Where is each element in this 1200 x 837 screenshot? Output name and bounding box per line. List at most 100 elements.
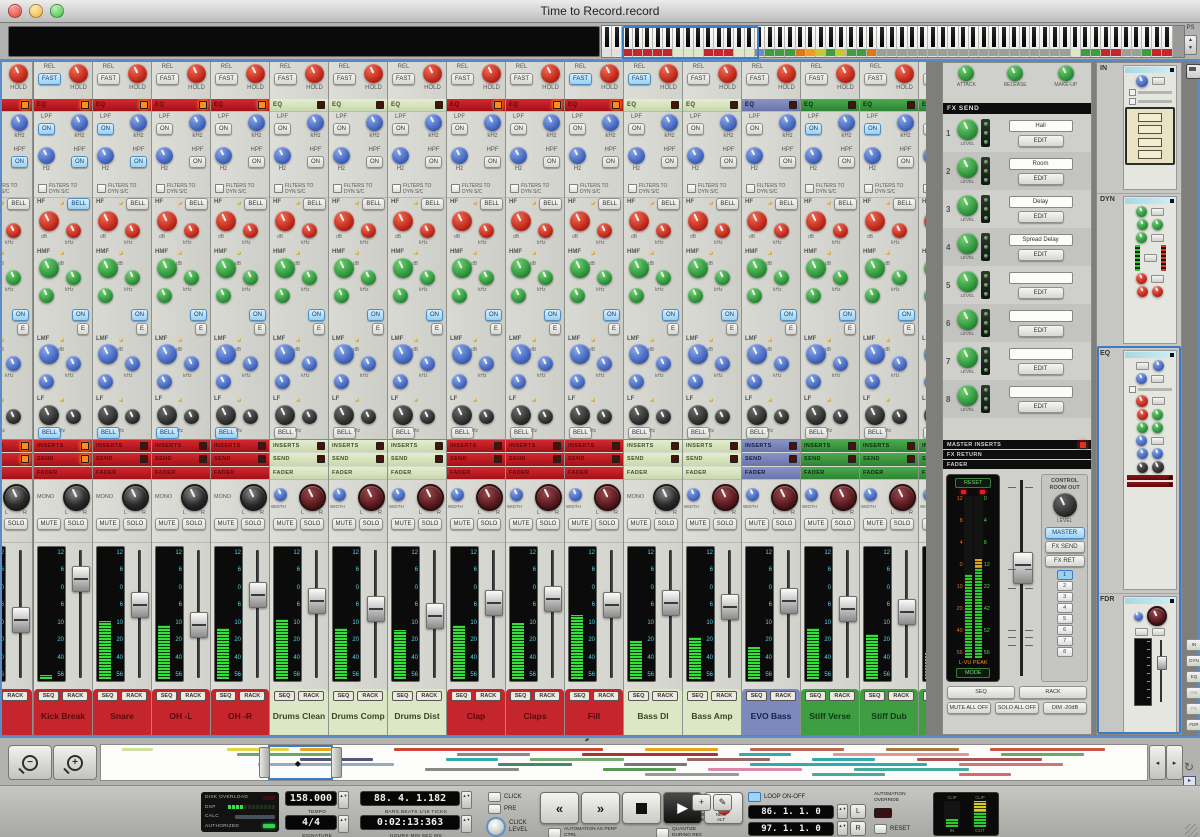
send-level-knob[interactable]: [957, 309, 978, 331]
send-name-field[interactable]: Spread Delay: [1008, 233, 1073, 246]
hpf-freq-knob[interactable]: [569, 147, 586, 164]
filters-to-dyn-checkbox[interactable]: [333, 184, 342, 193]
eq-knob[interactable]: [538, 223, 553, 238]
eq-knob[interactable]: [39, 344, 59, 365]
nav-button-dyn[interactable]: DYN: [1186, 655, 1200, 667]
lpf-freq-knob[interactable]: [425, 114, 442, 131]
eq-knob[interactable]: [334, 257, 354, 278]
inserts-bar-led[interactable]: [140, 442, 148, 451]
filters-to-dyn[interactable]: FILTERS TO DYN S/C: [510, 183, 560, 195]
fader-bar[interactable]: FADER: [742, 466, 800, 479]
send-name-field[interactable]: [1008, 385, 1073, 398]
eq-knob[interactable]: [479, 223, 494, 238]
channel-name-plate[interactable]: SEQ RACK EVO Bass: [742, 689, 800, 735]
mini-channel[interactable]: [785, 26, 796, 57]
eq-knob[interactable]: [774, 223, 789, 238]
eq-knob[interactable]: [184, 223, 199, 238]
rack-button[interactable]: RACK: [770, 691, 797, 701]
inserts-bar[interactable]: INSERTS: [211, 440, 269, 453]
eq-knob[interactable]: [334, 211, 354, 231]
bell-button[interactable]: BELL: [657, 198, 680, 210]
mini-channel[interactable]: [815, 26, 827, 57]
fast-button[interactable]: FAST: [333, 72, 357, 85]
filters-to-dyn-checkbox[interactable]: [156, 184, 165, 193]
pan-knob[interactable]: [712, 484, 739, 511]
send-level-knob[interactable]: [957, 271, 978, 293]
eq-header-led[interactable]: [730, 101, 738, 109]
eq-knob[interactable]: [774, 269, 789, 285]
release-knob[interactable]: [1007, 65, 1024, 81]
eq-knob[interactable]: [98, 344, 118, 365]
mini-channel[interactable]: [622, 26, 633, 57]
mini-button[interactable]: [1143, 254, 1157, 262]
eq-e-button[interactable]: E: [135, 323, 148, 336]
eq-on-button[interactable]: ON: [603, 309, 620, 322]
hpf-on-button[interactable]: ON: [779, 155, 796, 168]
eq-knob[interactable]: [479, 269, 494, 285]
send-bar-led[interactable]: [612, 455, 620, 464]
release-knob[interactable]: [187, 64, 206, 83]
inserts-bar[interactable]: INSERTS: [860, 440, 918, 453]
lpf-freq-knob[interactable]: [720, 114, 737, 131]
bell-button[interactable]: BELL: [716, 198, 739, 210]
strip-navigator[interactable]: IN DYN EQ FDR: [1096, 62, 1182, 735]
send-bar-led[interactable]: [81, 455, 89, 464]
knob[interactable]: [1151, 461, 1164, 473]
mini-channel[interactable]: [1019, 26, 1030, 57]
mini-button[interactable]: [1151, 436, 1164, 445]
mini-channel[interactable]: [877, 26, 888, 57]
pan-knob[interactable]: [771, 484, 798, 511]
channel-fader[interactable]: [897, 546, 916, 682]
eq-knob[interactable]: [361, 269, 376, 285]
signature-value[interactable]: 4/4: [285, 815, 337, 830]
eq-knob[interactable]: [393, 374, 408, 390]
eq-knob[interactable]: [157, 374, 172, 390]
solo-button[interactable]: SOLO: [536, 518, 560, 530]
inserts-bar[interactable]: INSERTS: [742, 440, 800, 453]
bell-button[interactable]: BELL: [362, 198, 385, 210]
release-knob[interactable]: [482, 64, 501, 83]
mini-channel[interactable]: [714, 26, 725, 57]
knob[interactable]: [1135, 395, 1148, 407]
eq-knob[interactable]: [216, 211, 236, 231]
eq-knob[interactable]: [302, 269, 317, 285]
eq-knob[interactable]: [629, 287, 644, 303]
fader-bar[interactable]: FADER: [152, 466, 210, 479]
hpf-freq-knob[interactable]: [156, 147, 173, 164]
eq-knob[interactable]: [39, 211, 59, 231]
rack-button[interactable]: RACK: [298, 691, 325, 701]
mini-channel[interactable]: [673, 26, 684, 57]
filters-to-dyn[interactable]: FILTERS TO DYN S/C: [864, 183, 914, 195]
width-knob[interactable]: [392, 488, 405, 501]
mini-channel[interactable]: [795, 26, 806, 57]
bell-button[interactable]: BELL: [834, 198, 857, 210]
knob[interactable]: [1136, 461, 1148, 473]
inserts-bar[interactable]: INSERTS: [565, 440, 623, 453]
solo-all-off-button[interactable]: SOLO ALL OFF: [995, 701, 1039, 715]
filters-to-dyn[interactable]: FILTERS TO DYN S/C: [451, 183, 501, 195]
knob[interactable]: [1152, 448, 1163, 459]
send-edit-button[interactable]: EDIT: [1017, 210, 1064, 223]
eq-knob[interactable]: [511, 257, 531, 278]
mini-pan-knob[interactable]: [1146, 606, 1167, 626]
lpf-freq-knob[interactable]: [189, 114, 206, 131]
fader-thumb[interactable]: [72, 566, 90, 592]
fader-bar[interactable]: FADER: [211, 466, 269, 479]
filters-to-dyn-checkbox[interactable]: [923, 184, 926, 193]
solo-button[interactable]: SOLO: [359, 518, 383, 530]
nav-button-fdr[interactable]: FDR: [1186, 719, 1200, 731]
eq-knob[interactable]: [184, 409, 199, 425]
fader-thumb[interactable]: [898, 599, 916, 625]
bell-button[interactable]: BELL: [539, 198, 562, 210]
eq-knob[interactable]: [66, 409, 81, 425]
pan-knob[interactable]: [63, 484, 90, 511]
fast-button[interactable]: FAST: [274, 72, 298, 85]
knob[interactable]: [1152, 286, 1163, 297]
inserts-bar[interactable]: INSERTS: [801, 440, 859, 453]
eq-on-button[interactable]: ON: [72, 309, 89, 322]
eq-knob[interactable]: [302, 223, 317, 238]
channel-name-plate[interactable]: SEQ RACK OH -R: [211, 689, 269, 735]
filters-to-dyn[interactable]: FILTERS TO DYN S/C: [569, 183, 619, 195]
eq-knob[interactable]: [302, 409, 317, 425]
inserts-bar-led[interactable]: [376, 442, 384, 451]
